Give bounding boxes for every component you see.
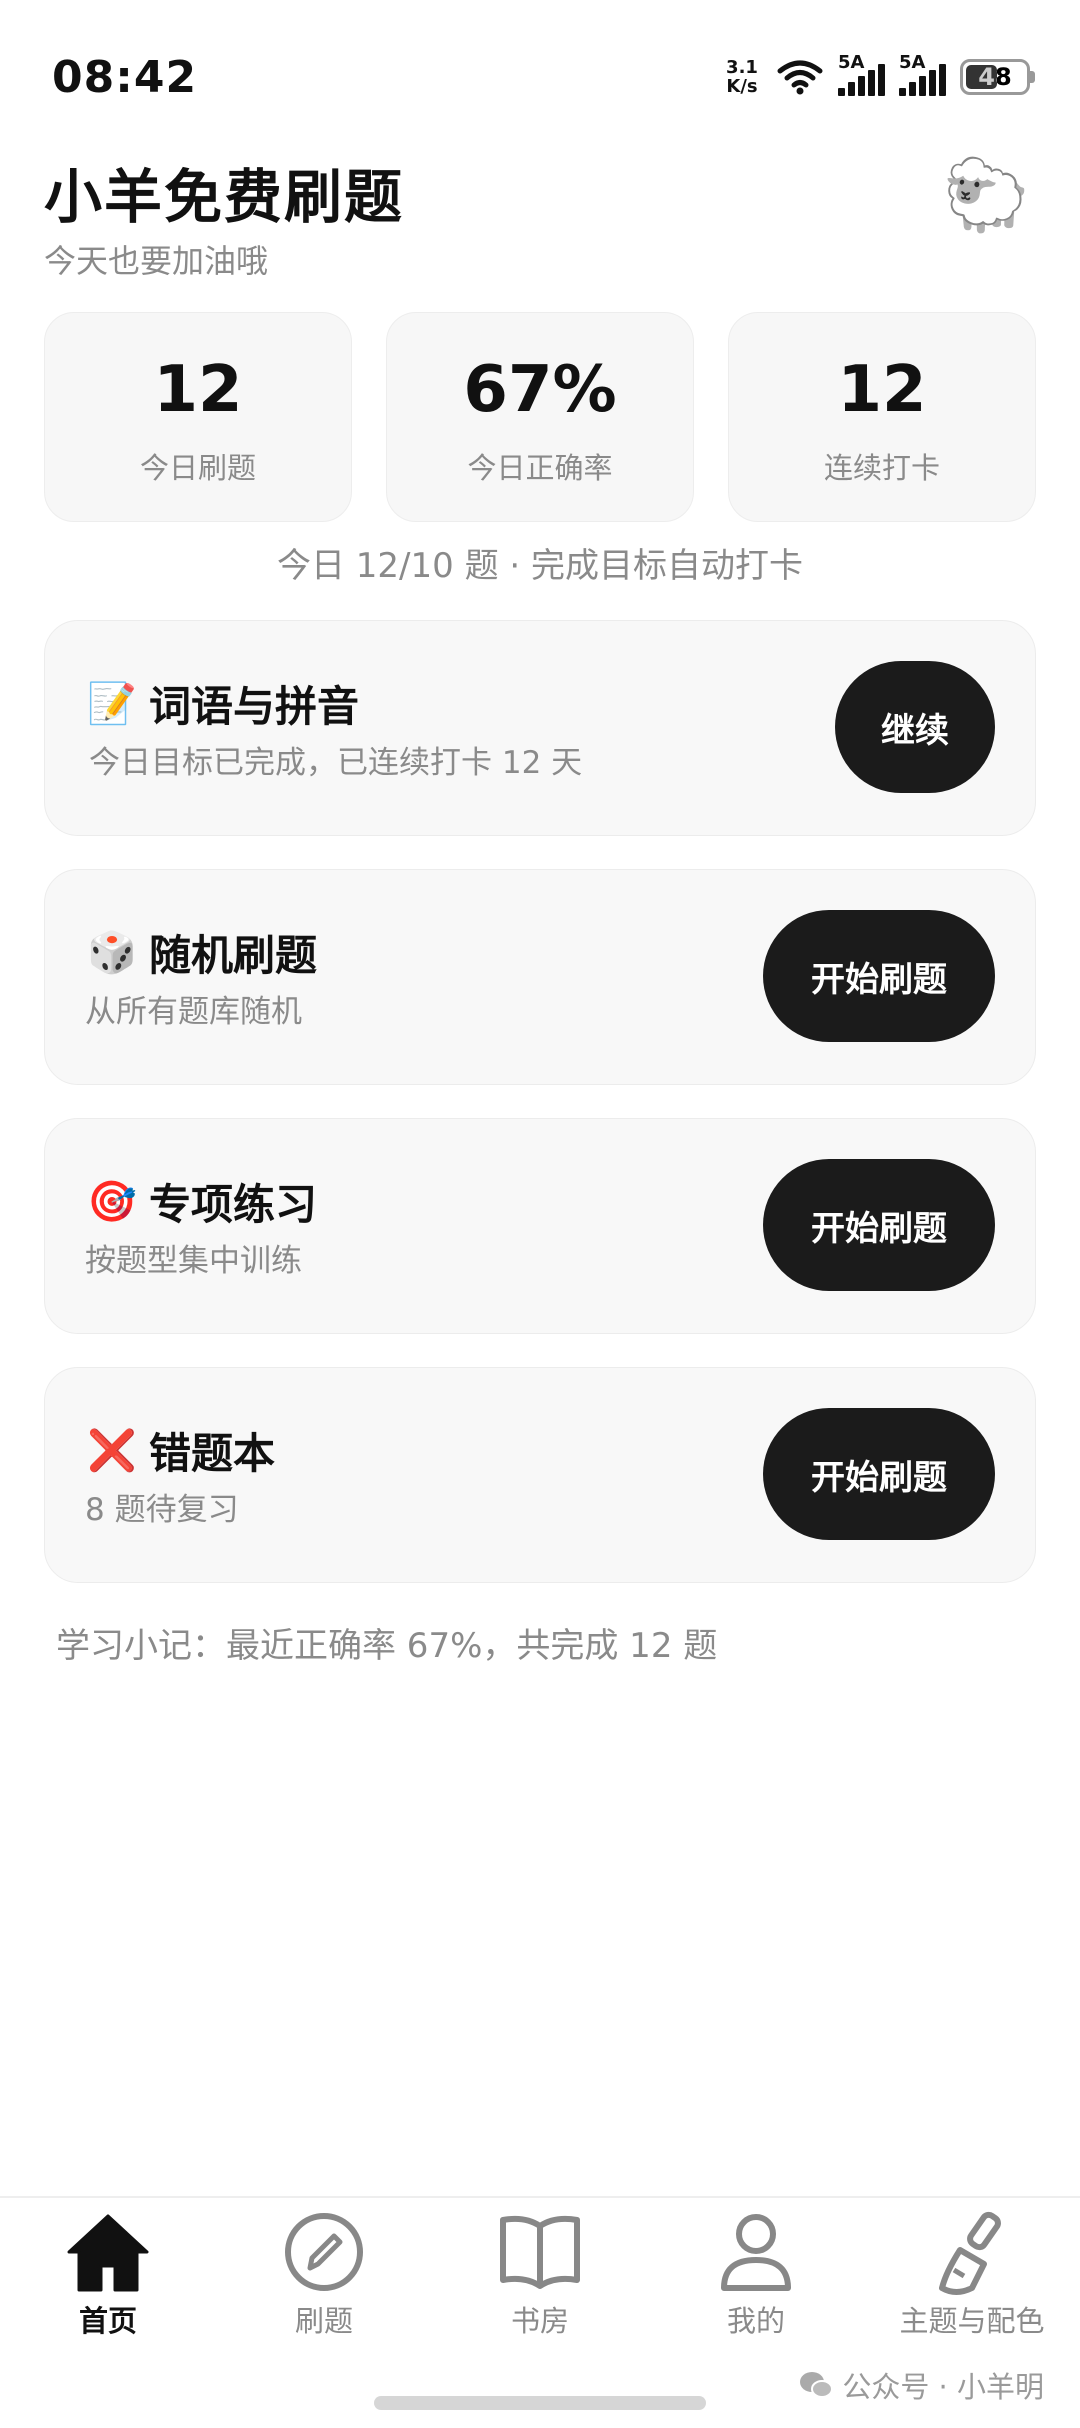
network-speed: 3.1 K/s	[726, 57, 758, 97]
nav-item-profile[interactable]: 我的	[648, 2198, 864, 2348]
card-desc: 8 题待复习	[85, 1492, 239, 1528]
stat-value: 67%	[463, 353, 617, 427]
nav-item-home[interactable]: 首页	[0, 2198, 216, 2348]
book-icon	[500, 2215, 580, 2289]
battery-icon: 48	[960, 59, 1035, 95]
stat-card-accuracy: 67% 今日正确率	[386, 312, 694, 522]
card-desc: 从所有题库随机	[85, 994, 302, 1030]
nav-item-theme[interactable]: 主题与配色	[864, 2198, 1080, 2348]
cross-icon: ❌	[87, 1428, 137, 1474]
start-practice-button[interactable]: 开始刷题	[763, 1408, 995, 1540]
card-random-practice[interactable]: 🎲 随机刷题 从所有题库随机 开始刷题	[44, 869, 1036, 1085]
continue-button[interactable]: 继续	[835, 661, 995, 793]
card-title: 词语与拼音	[149, 682, 360, 731]
pencil-circle-icon	[285, 2213, 363, 2291]
clock: 08:42	[52, 52, 198, 103]
card-wrong-questions[interactable]: ❌ 错题本 8 题待复习 开始刷题	[44, 1367, 1036, 1583]
nav-label: 主题与配色	[899, 2304, 1045, 2338]
nav-item-practice[interactable]: 刷题	[216, 2198, 432, 2348]
stat-label: 今日刷题	[139, 451, 256, 485]
home-indicator[interactable]	[374, 2396, 706, 2410]
card-title: 随机刷题	[149, 931, 318, 980]
card-special-practice[interactable]: 🎯 专项练习 按题型集中训练 开始刷题	[44, 1118, 1036, 1334]
stat-card-today-count: 12 今日刷题	[44, 312, 352, 522]
card-words-pinyin[interactable]: 📝 词语与拼音 今日目标已完成，已连续打卡 12 天 继续	[44, 620, 1036, 836]
wechat-icon	[800, 2372, 834, 2398]
watermark: 公众号 · 小羊明	[798, 2364, 1044, 2406]
start-practice-button[interactable]: 开始刷题	[763, 910, 995, 1042]
app-subtitle: 今天也要加油哦	[44, 242, 269, 280]
nav-label: 书房	[510, 2304, 569, 2338]
stat-value: 12	[837, 353, 927, 427]
nav-label: 我的	[726, 2304, 785, 2338]
nav-label: 刷题	[294, 2304, 353, 2338]
memo-icon: 📝	[87, 681, 137, 727]
signal-icon-sim1: 5A	[838, 52, 885, 96]
card-title: 专项练习	[149, 1180, 318, 1229]
stat-value: 12	[153, 353, 243, 427]
stat-card-streak: 12 连续打卡	[728, 312, 1036, 522]
app-title: 小羊免费刷题	[44, 163, 405, 231]
wifi-icon	[777, 60, 823, 95]
card-title: 错题本	[149, 1429, 276, 1478]
target-icon: 🎯	[87, 1179, 137, 1225]
signal-icon-sim2: 5A	[899, 52, 946, 96]
dice-icon: 🎲	[87, 930, 137, 976]
start-practice-button[interactable]: 开始刷题	[763, 1159, 995, 1291]
sheep-icon[interactable]: 🐑	[943, 150, 1030, 240]
stat-label: 连续打卡	[823, 451, 940, 485]
daily-goal-text: 今日 12/10 题 · 完成目标自动打卡	[276, 546, 804, 586]
brush-icon	[939, 2211, 1001, 2295]
status-icons: 3.1 K/s 5A 5A 48	[722, 52, 1035, 97]
study-note: 学习小记：最近正确率 67%，共完成 12 题	[56, 1626, 718, 1666]
card-desc: 按题型集中训练	[85, 1243, 302, 1279]
card-desc: 今日目标已完成，已连续打卡 12 天	[89, 745, 583, 781]
home-icon	[67, 2214, 149, 2292]
nav-label: 首页	[78, 2304, 137, 2338]
nav-item-study[interactable]: 书房	[432, 2198, 648, 2348]
status-bar: 08:42 3.1 K/s 5A 5A 48	[0, 0, 1080, 150]
user-icon	[721, 2214, 791, 2291]
stat-label: 今日正确率	[467, 451, 613, 485]
